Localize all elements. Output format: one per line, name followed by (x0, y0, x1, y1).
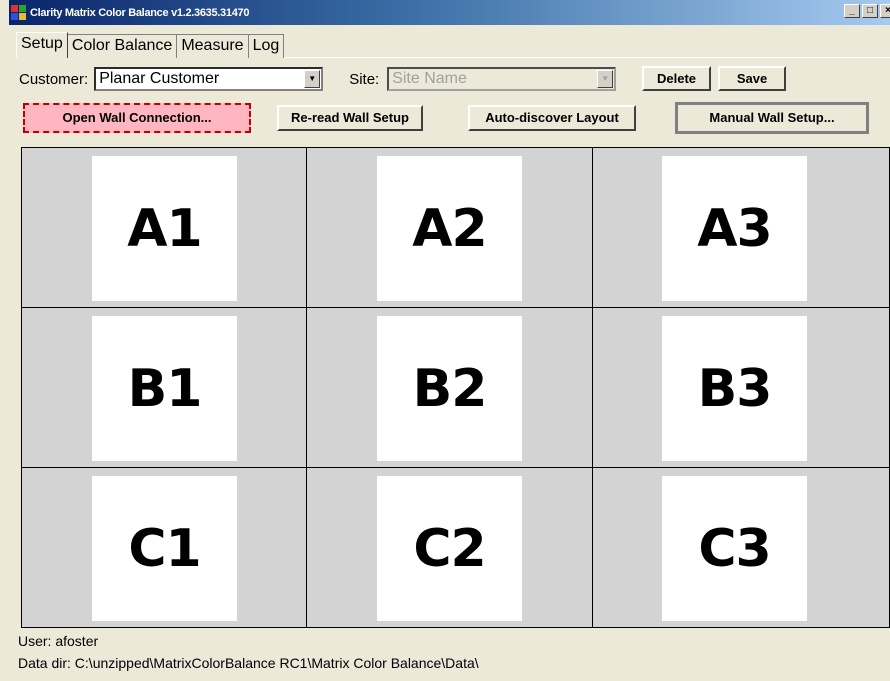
minimize-button[interactable]: _ (844, 4, 860, 18)
maximize-button[interactable]: □ (862, 4, 878, 18)
video-wall-grid: A1 A2 A3 B1 B2 B3 C1 C2 C3 (21, 147, 890, 628)
tab-setup[interactable]: Setup (16, 32, 68, 58)
tile-card: C1 (92, 476, 237, 621)
main-window: Setup Color Balance Measure Log Customer… (9, 25, 890, 681)
auto-discover-layout-button[interactable]: Auto-discover Layout (468, 105, 636, 131)
wall-tile[interactable]: C3 (593, 468, 889, 627)
tile-card: C3 (662, 476, 807, 621)
user-status: User: afoster (18, 633, 99, 649)
open-wall-connection-button[interactable]: Open Wall Connection... (23, 103, 251, 133)
tab-strip: Setup Color Balance Measure Log (16, 32, 285, 58)
title-bar[interactable]: Clarity Matrix Color Balance v1.2.3635.3… (9, 0, 890, 25)
wall-tile[interactable]: A3 (593, 148, 889, 308)
tile-label: C2 (413, 518, 486, 579)
app-icon (11, 4, 27, 21)
tile-label: C1 (128, 518, 201, 579)
tab-color-balance[interactable]: Color Balance (66, 34, 178, 58)
site-placeholder: Site Name (392, 70, 467, 87)
wall-tile[interactable]: C2 (307, 468, 593, 627)
wall-tile[interactable]: B1 (22, 308, 307, 468)
tile-card: B3 (662, 316, 807, 461)
wall-tile[interactable]: C1 (22, 468, 307, 627)
customer-row: Customer: Planar Customer ▼ Site: Site N… (19, 67, 617, 91)
reread-wall-setup-button[interactable]: Re-read Wall Setup (277, 105, 423, 131)
wall-tile[interactable]: B2 (307, 308, 593, 468)
delete-button[interactable]: Delete (642, 66, 711, 91)
tab-log[interactable]: Log (247, 34, 285, 58)
close-button[interactable]: × (880, 4, 890, 18)
data-dir-status: Data dir: C:\unzipped\MatrixColorBalance… (18, 655, 479, 671)
site-select[interactable]: Site Name ▼ (387, 67, 617, 91)
customer-select[interactable]: Planar Customer ▼ (94, 67, 324, 91)
chevron-down-icon[interactable]: ▼ (304, 70, 321, 88)
tile-label: A3 (697, 198, 772, 259)
window-title: Clarity Matrix Color Balance v1.2.3635.3… (30, 6, 250, 19)
site-label: Site: (349, 70, 380, 88)
tile-card: A3 (662, 156, 807, 301)
tile-label: C3 (698, 518, 771, 579)
customer-label: Customer: (19, 70, 89, 88)
wall-tile[interactable]: B3 (593, 308, 889, 468)
tile-card: B2 (377, 316, 522, 461)
chevron-down-icon: ▼ (597, 70, 614, 88)
wall-tile[interactable]: A1 (22, 148, 307, 308)
save-button[interactable]: Save (718, 66, 786, 91)
tile-card: A1 (92, 156, 237, 301)
tile-card: A2 (377, 156, 522, 301)
tile-label: B3 (697, 358, 773, 419)
customer-value: Planar Customer (99, 70, 220, 87)
tile-label: A2 (412, 198, 487, 259)
tile-label: B2 (412, 358, 488, 419)
tile-label: B1 (127, 358, 203, 419)
tile-label: A1 (127, 198, 202, 259)
tile-card: B1 (92, 316, 237, 461)
tab-measure[interactable]: Measure (176, 34, 249, 58)
tile-card: C2 (377, 476, 522, 621)
manual-wall-setup-button[interactable]: Manual Wall Setup... (675, 102, 869, 134)
wall-tile[interactable]: A2 (307, 148, 593, 308)
